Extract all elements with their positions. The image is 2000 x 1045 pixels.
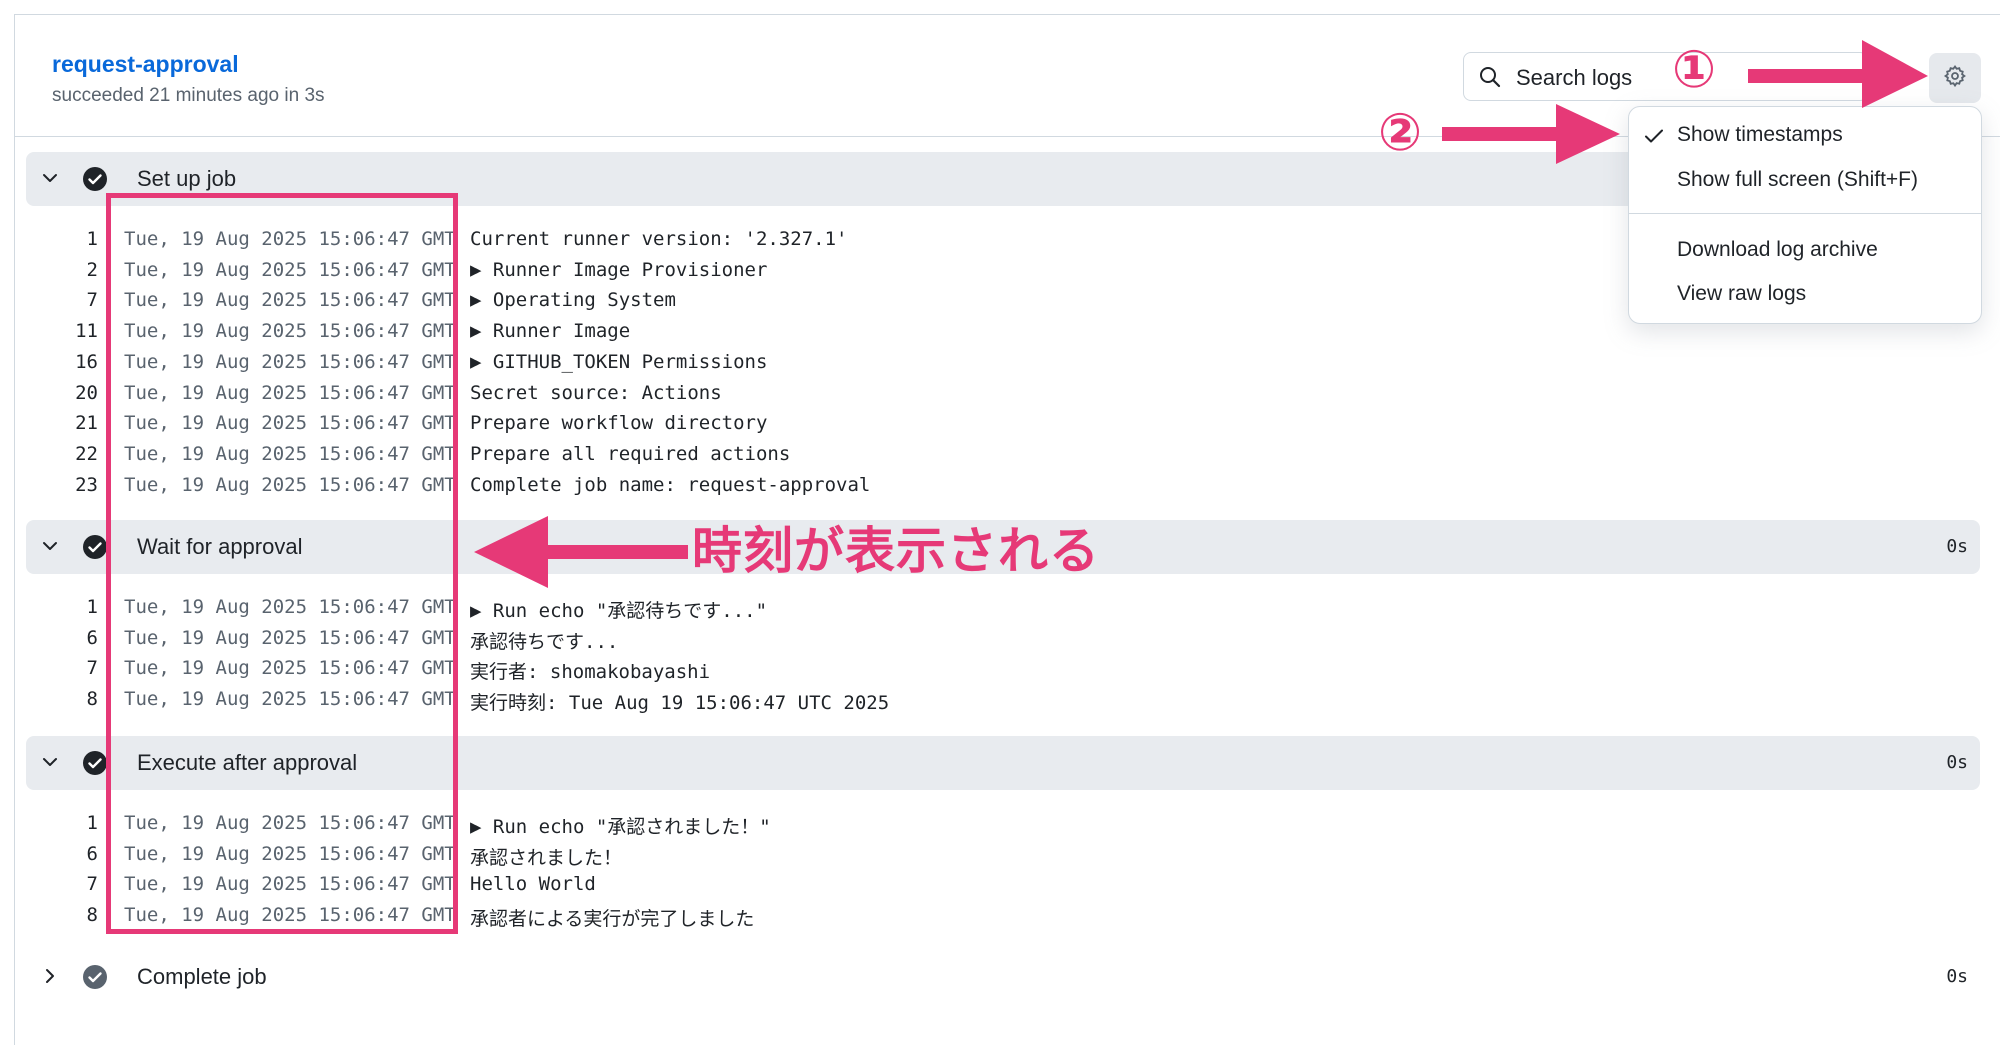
arrow-2-shaft [1442,127,1562,141]
annotation-marker-1: ① [1672,40,1717,100]
arrow-1-head [1862,40,1928,108]
arrow-2-head [1556,104,1620,164]
annotation-marker-2: ② [1378,103,1423,163]
arrow-1-shaft [1748,69,1868,83]
arrow-3-shaft [540,545,688,559]
arrow-3-head [474,516,548,588]
annotation-label: 時刻が表示される [692,522,1100,580]
